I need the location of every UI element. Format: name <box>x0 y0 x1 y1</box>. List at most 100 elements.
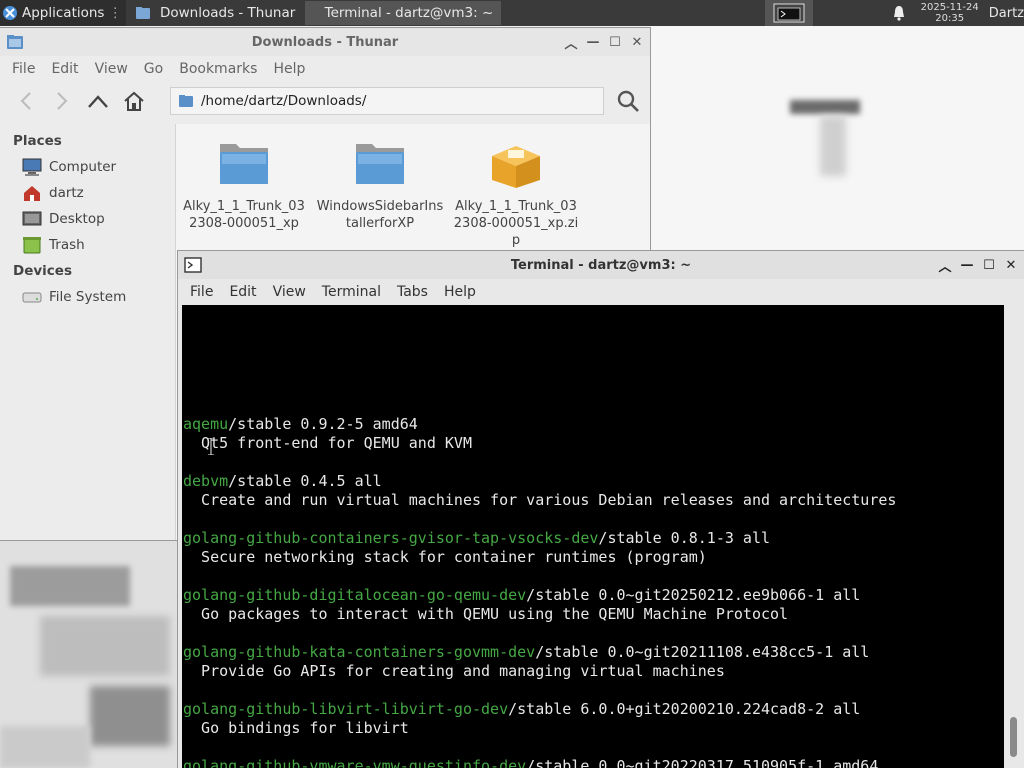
location-bar[interactable]: /home/dartz/Downloads/ <box>170 87 604 115</box>
thunar-menubar: File Edit View Go Bookmarks Help <box>0 56 650 82</box>
window-title: Downloads - Thunar <box>251 34 399 50</box>
terminal-icon <box>184 257 202 273</box>
applications-label: Applications <box>22 5 105 21</box>
top-panel: Applications ⋮ Downloads - Thunar Termin… <box>0 0 1024 26</box>
sidebar-item-computer[interactable]: Computer <box>0 154 175 180</box>
terminal-line: golang-github-containers-gvisor-tap-vsoc… <box>183 529 1004 548</box>
thunar-toolbar: /home/dartz/Downloads/ <box>0 82 650 120</box>
home-icon <box>124 91 144 111</box>
folder-icon <box>179 95 193 107</box>
shade-button[interactable]: ︿ <box>938 258 952 275</box>
search-icon[interactable] <box>616 89 640 113</box>
file-name-line: Alky_1_1_Trunk_03 <box>455 199 577 214</box>
thunar-titlebar[interactable]: Downloads - Thunar ︿ — ☐ ✕ <box>0 28 650 56</box>
terminal-line: Create and run virtual machines for vari… <box>183 491 1004 510</box>
sidebar-item-label: Desktop <box>49 211 105 227</box>
sidebar-item-label: Trash <box>49 237 85 253</box>
menu-terminal[interactable]: Terminal <box>314 284 389 300</box>
sidebar-item-trash[interactable]: Trash <box>0 232 175 258</box>
sidebar-item-label: Computer <box>49 159 117 175</box>
taskbar-item-thunar[interactable]: Downloads - Thunar <box>128 1 303 25</box>
user-menu[interactable]: Dartz <box>989 6 1024 21</box>
menu-view[interactable]: View <box>87 61 136 77</box>
taskbar-item-label: Terminal - dartz@vm3: ~ <box>324 5 494 21</box>
menu-bookmarks[interactable]: Bookmarks <box>171 61 265 77</box>
notification-bell-icon[interactable] <box>891 5 907 21</box>
trash-icon <box>23 237 41 254</box>
sidebar-item-file-system[interactable]: File System <box>0 284 175 310</box>
sidebar-item-label: File System <box>49 289 127 305</box>
file-item-archive[interactable]: Alky_1_1_Trunk_03 2308-000051_xp.zi p <box>448 132 584 249</box>
line-text: Secure networking stack for container ru… <box>183 548 707 566</box>
line-text: /stable 0.9.2-5 amd64 <box>228 415 418 433</box>
file-name-line: tallerforXP <box>345 216 415 231</box>
menu-help[interactable]: Help <box>265 61 313 77</box>
folder-icon <box>356 144 404 184</box>
terminal-menubar: File Edit View Terminal Tabs Help <box>178 279 1024 305</box>
thunar-sidebar: Places Computer dartz Desktop Trash Devi… <box>0 124 176 540</box>
line-text: /stable 0.0~git20211108.e438cc5-1 all <box>535 643 870 661</box>
line-text: /stable 0.4.5 all <box>228 472 382 490</box>
menu-help[interactable]: Help <box>436 284 484 300</box>
close-button[interactable]: ✕ <box>630 35 644 50</box>
file-item-folder[interactable]: WindowsSidebarIns tallerforXP <box>312 132 448 232</box>
applications-menu-button[interactable]: Applications ⋮ <box>0 0 126 26</box>
menu-tabs[interactable]: Tabs <box>389 284 436 300</box>
package-name: golang-github-kata-containers-govmm-dev <box>183 643 536 661</box>
terminal-line: Go bindings for libvirt <box>183 719 1004 738</box>
menu-edit[interactable]: Edit <box>43 61 86 77</box>
terminal-scrollbar[interactable] <box>1004 305 1024 768</box>
terminal-line: Qt5 front-end for QEMU and KVM <box>183 434 1004 453</box>
menu-go[interactable]: Go <box>136 61 171 77</box>
up-button[interactable] <box>86 89 110 113</box>
maximize-button[interactable]: ☐ <box>608 35 622 50</box>
package-name: aqemu <box>183 415 229 433</box>
devices-header: Devices <box>13 263 72 279</box>
arrow-up-icon <box>88 95 108 108</box>
file-name-line: p <box>511 233 521 248</box>
terminal-titlebar[interactable]: Terminal - dartz@vm3: ~ ︿ — ☐ ✕ <box>178 251 1024 279</box>
line-text: Create and run virtual machines for vari… <box>183 491 897 509</box>
sidebar-item-home[interactable]: dartz <box>0 180 175 206</box>
line-text: Go packages to interact with QEMU using … <box>183 605 789 623</box>
maximize-button[interactable]: ☐ <box>982 258 996 273</box>
home-button[interactable] <box>122 89 146 113</box>
shade-button[interactable]: ︿ <box>564 35 578 52</box>
terminal-output[interactable]: aqemu/stable 0.9.2-5 amd64 Qt5 front-end… <box>182 305 1004 768</box>
taskbar-item-terminal[interactable]: Terminal - dartz@vm3: ~ <box>305 1 502 25</box>
terminal-icon <box>313 12 315 14</box>
line-text: Provide Go APIs for creating and managin… <box>183 662 725 680</box>
terminal-line: debvm/stable 0.4.5 all <box>183 472 1004 491</box>
package-name: golang-github-digitalocean-go-qemu-dev <box>183 586 527 604</box>
desktop-icon <box>22 211 42 226</box>
line-text: Qt5 front-end for QEMU and KVM <box>183 434 472 452</box>
menu-edit[interactable]: Edit <box>221 284 264 300</box>
menu-file[interactable]: File <box>4 61 43 77</box>
terminal-line: Go packages to interact with QEMU using … <box>183 605 1004 624</box>
line-text: /stable 6.0.0+git20200210.224cad8-2 all <box>508 700 861 718</box>
scrollbar-thumb[interactable] <box>1010 717 1017 757</box>
sidebar-item-desktop[interactable]: Desktop <box>0 206 175 232</box>
file-item-folder[interactable]: Alky_1_1_Trunk_03 2308-000051_xp <box>176 132 312 232</box>
back-button[interactable] <box>14 89 38 113</box>
window-title: Terminal - dartz@vm3: ~ <box>510 257 692 273</box>
menu-view[interactable]: View <box>265 284 314 300</box>
file-manager-icon <box>7 35 23 49</box>
close-button[interactable]: ✕ <box>1004 258 1018 273</box>
terminal-line: golang-github-libvirt-libvirt-go-dev/sta… <box>183 700 1004 719</box>
clock[interactable]: 2025-11-24 20:35 <box>921 2 979 24</box>
folder-icon <box>220 144 268 184</box>
minimize-button[interactable]: — <box>960 258 974 273</box>
package-name: debvm <box>183 472 229 490</box>
sidebar-item-label: dartz <box>49 185 84 201</box>
folder-icon <box>135 7 150 19</box>
forward-button[interactable] <box>50 89 74 113</box>
line-text: /stable 0.0~git20250212.ee9b066-1 all <box>526 586 861 604</box>
minimize-button[interactable]: — <box>586 35 600 50</box>
workspace-switcher[interactable] <box>764 0 813 26</box>
menu-file[interactable]: File <box>182 284 221 300</box>
text-cursor-icon <box>208 438 214 455</box>
